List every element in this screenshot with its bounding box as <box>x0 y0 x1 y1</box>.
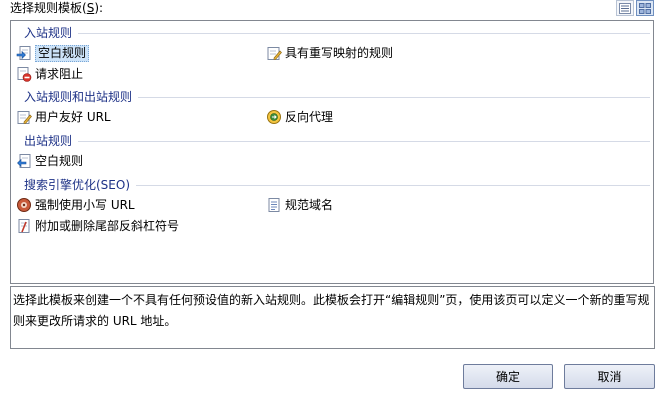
item-label: 空白规则 <box>35 44 90 62</box>
rewrite-map-rule-icon <box>267 47 282 60</box>
template-outbound-blank-rule[interactable]: 空白规则 <box>16 152 83 170</box>
item-label: 规范域名 <box>285 198 334 212</box>
item-label: 附加或删除尾部反斜杠符号 <box>35 219 180 233</box>
trailing-slash-icon <box>18 219 30 233</box>
template-list-label: 选择规则模板(S): <box>10 1 104 15</box>
tiles-view-button[interactable] <box>636 0 654 16</box>
inbound-blank-rule-icon <box>16 46 31 60</box>
details-view-button[interactable] <box>616 0 634 16</box>
details-view-icon <box>619 2 631 14</box>
template-lowercase-url[interactable]: 强制使用小写 URL <box>16 196 135 214</box>
template-canonical-domain[interactable]: 规范域名 <box>266 196 333 214</box>
request-blocking-icon <box>17 67 32 82</box>
canonical-domain-icon <box>268 198 280 212</box>
item-label: 空白规则 <box>35 154 84 168</box>
item-label: 用户友好 URL <box>35 110 111 124</box>
template-reverse-proxy[interactable]: 反向代理 <box>266 108 333 126</box>
group-header-inbound-outbound: 入站规则和出站规则 <box>24 89 650 105</box>
description-line-1: 选择此模板来创建一个不具有任何预设值的新入站规则。此模板会打开“编辑规则”页，使… <box>13 293 650 307</box>
item-label: 反向代理 <box>285 110 334 124</box>
item-label: 强制使用小写 URL <box>35 198 135 212</box>
view-toggle <box>616 0 654 16</box>
item-label: 请求阻止 <box>35 67 84 81</box>
template-friendly-url[interactable]: 用户友好 URL <box>16 108 111 126</box>
ok-button[interactable]: 确定 <box>463 364 553 389</box>
reverse-proxy-icon <box>267 110 281 124</box>
cancel-button[interactable]: 取消 <box>564 364 655 389</box>
template-trailing-slash[interactable]: 附加或删除尾部反斜杠符号 <box>16 217 179 235</box>
tiles-view-icon <box>639 2 651 14</box>
group-header-outbound: 出站规则 <box>24 133 650 149</box>
friendly-url-icon <box>17 111 32 124</box>
item-label: 具有重写映射的规则 <box>285 46 394 60</box>
lowercase-url-icon <box>17 198 31 212</box>
template-inbound-blank-rule[interactable]: 空白规则 <box>16 44 90 62</box>
template-description: 选择此模板来创建一个不具有任何预设值的新入站规则。此模板会打开“编辑规则”页，使… <box>10 286 655 349</box>
group-header-inbound: 入站规则 <box>24 25 650 41</box>
description-line-2: 则来更改所请求的 URL 地址。 <box>13 314 177 328</box>
template-rewrite-map-rule[interactable]: 具有重写映射的规则 <box>266 44 393 62</box>
group-header-seo: 搜索引擎优化(SEO) <box>24 177 650 193</box>
outbound-blank-rule-icon <box>17 154 31 168</box>
template-request-blocking[interactable]: 请求阻止 <box>16 65 83 83</box>
rule-template-list[interactable]: 入站规则 空白规则 具有重写映射的规则 请求阻止 入站规则和出站规则 用户友好 … <box>10 20 654 284</box>
